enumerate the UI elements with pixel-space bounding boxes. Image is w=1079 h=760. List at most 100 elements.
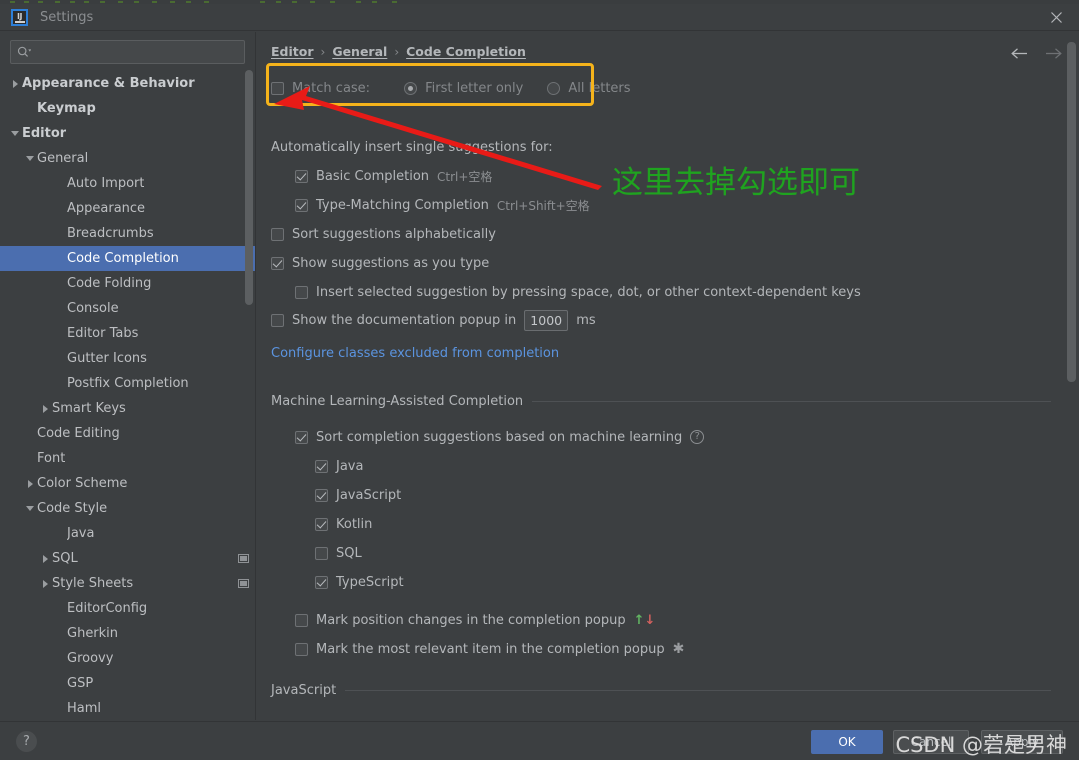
help-circle-icon[interactable]: ? [690,430,705,444]
settings-tree: Appearance & Behavior Keymap Editor General… [0,71,255,720]
chevron-right-icon[interactable] [23,479,37,488]
sort-alphabetically-row: Sort suggestions alphabetically [271,224,496,244]
js-section-header: JavaScript [271,683,1051,698]
ml-language-checkbox-java[interactable] [315,459,328,473]
ml-language-row-kotlin: Kotlin [315,514,372,534]
sidebar-item-label: Style Sheets [52,576,134,591]
sidebar-item-label: Java [67,526,95,541]
sidebar-item-breadcrumbs[interactable]: Breadcrumbs [0,221,255,246]
breadcrumb-segment-general[interactable]: General [332,44,387,59]
desktop-dash [38,1,43,3]
sidebar-item-java[interactable]: Java [0,521,255,546]
js-section-divider [345,690,1051,691]
sidebar-item-font[interactable]: Font [0,446,255,471]
chevron-right-icon[interactable] [38,404,52,413]
radio-first-letter-only[interactable] [404,81,418,95]
sidebar-item-groovy[interactable]: Groovy [0,646,255,671]
mark-relevant-checkbox[interactable] [295,642,308,656]
sidebar-item-gherkin[interactable]: Gherkin [0,621,255,646]
show-as-you-type-checkbox[interactable] [271,256,284,270]
sidebar-item-gutter-icons[interactable]: Gutter Icons [0,346,255,371]
sidebar-item-appearance[interactable]: Appearance [0,196,255,221]
sort-ml-checkbox[interactable] [295,430,308,444]
desktop-dash [186,1,191,3]
match-case-row: Match case: First letter only All letter… [271,78,631,98]
sidebar-item-postfix-completion[interactable]: Postfix Completion [0,371,255,396]
forward-glyph [1045,47,1062,59]
mark-position-checkbox[interactable] [295,613,308,627]
ml-language-checkbox-javascript[interactable] [315,488,328,502]
sidebar-item-label: Auto Import [67,176,145,191]
sidebar-item-code-completion[interactable]: Code Completion [0,246,255,271]
sidebar-item-console[interactable]: Console [0,296,255,321]
settings-main-panel: Editor›General›Code Completion Match [257,32,1079,720]
ml-language-checkbox-typescript[interactable] [315,575,328,589]
show-as-you-type-row: Show suggestions as you type [271,253,489,273]
ok-button[interactable]: OK [811,730,883,754]
match-case-checkbox[interactable] [271,81,284,95]
close-icon[interactable] [1033,4,1079,31]
sidebar-item-haml[interactable]: Haml [0,696,255,720]
chevron-down-icon[interactable] [23,506,37,511]
chevron-right-icon[interactable] [38,554,52,563]
chevron-right-icon[interactable] [38,579,52,588]
sidebar-item-appearance-behavior[interactable]: Appearance & Behavior [0,71,255,96]
sort-alphabetically-checkbox[interactable] [271,227,284,241]
ml-section-title: Machine Learning-Assisted Completion [271,394,524,409]
radio-all-letters[interactable] [547,81,561,95]
configure-excluded-classes-link[interactable]: Configure classes excluded from completi… [271,346,559,361]
scheme-scope-icon [238,554,249,563]
sidebar-item-sql[interactable]: SQL [0,546,255,571]
sidebar-item-code-style[interactable]: Code Style [0,496,255,521]
arrow-down-icon: ↓ [644,612,656,628]
arrow-right-icon[interactable] [1043,44,1063,62]
sidebar-item-keymap[interactable]: Keymap [0,96,255,121]
basic-completion-checkbox[interactable] [295,169,308,183]
type-matching-completion-checkbox[interactable] [295,198,308,212]
sidebar-scrollbar-thumb[interactable] [245,70,253,305]
sidebar-item-smart-keys[interactable]: Smart Keys [0,396,255,421]
sidebar-item-editor-tabs[interactable]: Editor Tabs [0,321,255,346]
ml-language-row-sql: SQL [315,543,362,563]
breadcrumb-segment-editor[interactable]: Editor [271,44,314,59]
insert-selected-checkbox[interactable] [295,285,308,299]
ml-language-checkbox-kotlin[interactable] [315,517,328,531]
sidebar-item-code-editing[interactable]: Code Editing [0,421,255,446]
desktop-dash [10,1,15,3]
scheme-scope-icon [238,579,249,588]
ml-language-label: JavaScript [336,487,402,503]
sidebar-item-label: Keymap [37,101,96,116]
sidebar-item-code-folding[interactable]: Code Folding [0,271,255,296]
sidebar-item-label: Font [37,451,66,466]
sidebar-item-style-sheets[interactable]: Style Sheets [0,571,255,596]
chevron-right-icon[interactable] [8,79,22,88]
doc-popup-delay-input[interactable]: 1000 [524,309,569,331]
sidebar-item-label: Groovy [67,651,114,666]
position-change-arrows: ↑ ↓ [634,613,656,628]
sidebar-item-label: Gherkin [67,626,119,641]
ml-section-header: Machine Learning-Assisted Completion [271,394,1051,409]
sidebar-item-editorconfig[interactable]: EditorConfig [0,596,255,621]
ml-language-checkbox-sql[interactable] [315,546,328,560]
mark-relevant-label: Mark the most relevant item in the compl… [316,641,665,657]
breadcrumb-segment-code-completion[interactable]: Code Completion [406,44,526,59]
sidebar-item-gsp[interactable]: GSP [0,671,255,696]
mark-position-label: Mark position changes in the completion … [316,612,626,628]
help-button[interactable]: ? [16,731,37,752]
chevron-down-icon[interactable] [23,156,37,161]
ml-language-label: SQL [336,545,362,561]
doc-popup-checkbox[interactable] [271,313,284,327]
sidebar-item-label: EditorConfig [67,601,148,616]
sidebar-item-color-scheme[interactable]: Color Scheme [0,471,255,496]
chevron-down-icon[interactable] [8,131,22,136]
arrow-left-icon[interactable] [1009,44,1029,62]
sidebar-item-label: Editor Tabs [67,326,139,341]
ml-language-label: Java [336,458,364,474]
sidebar-item-auto-import[interactable]: Auto Import [0,171,255,196]
sidebar-item-general[interactable]: General [0,146,255,171]
sidebar-item-label: Code Editing [37,426,120,441]
search-box[interactable] [10,40,245,64]
search-input[interactable] [34,45,238,59]
sidebar-item-editor[interactable]: Editor [0,121,255,146]
navigation-arrows [1009,44,1063,62]
